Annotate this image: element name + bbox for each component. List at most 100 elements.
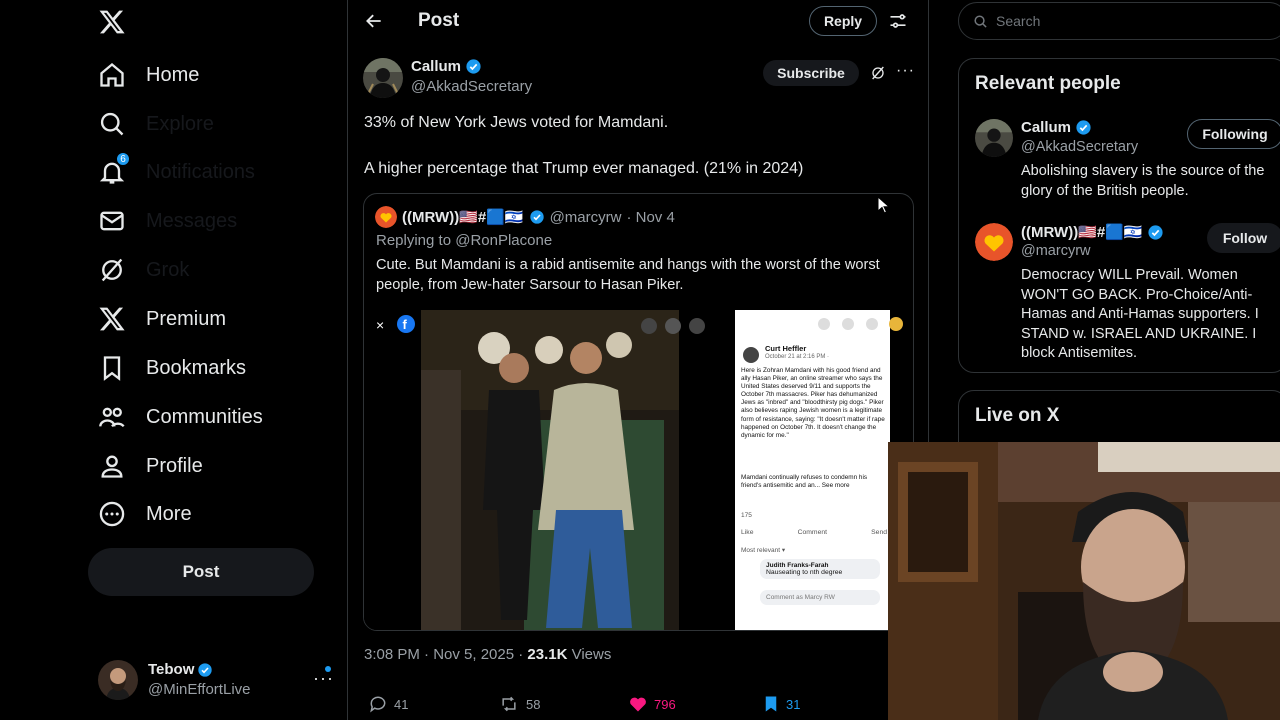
verified-badge-icon <box>529 210 544 224</box>
notification-badge: 6 <box>116 152 130 166</box>
person-card[interactable]: ((MRW))🇺🇸#🟦🇮🇱 @marcyrw Follow Democracy … <box>975 223 1280 363</box>
repost-icon <box>502 696 516 712</box>
nav-item-grok[interactable]: Grok <box>98 250 189 290</box>
nav-label-bookmarks: Bookmarks <box>146 356 247 379</box>
person-icon <box>98 452 126 480</box>
nav-item-explore[interactable]: Explore <box>98 104 214 144</box>
author-name[interactable]: Callum <box>411 58 461 75</box>
quoted-post[interactable]: ((MRW))🇺🇸#🟦🇮🇱 @marcyrw · Nov 4 Replying … <box>363 193 914 631</box>
repost-action[interactable]: 58 <box>498 694 540 714</box>
person-card[interactable]: Callum @AkkadSecretary Following Abolish… <box>975 119 1280 209</box>
bookmark-count: 31 <box>786 696 801 712</box>
fb-send-button: Send <box>871 529 887 536</box>
account-switcher[interactable]: Tebow @MinEffortLive ··· <box>98 656 334 704</box>
views-label: Views <box>567 646 612 663</box>
search-box[interactable] <box>958 2 1280 40</box>
grok-icon[interactable] <box>870 65 886 81</box>
nav-label-explore: Explore <box>146 112 214 135</box>
quote-text: Cute. But Mamdani is a rabid antisemite … <box>376 257 880 293</box>
unread-dot <box>325 666 331 672</box>
grok-icon <box>98 256 126 284</box>
post-meta: 3:08 PM · Nov 5, 2025 · 23.1K Views <box>364 646 611 663</box>
nav-label-grok: Grok <box>146 258 190 281</box>
quote-author-name: ((MRW))🇺🇸#🟦🇮🇱 <box>402 209 524 226</box>
reply-action[interactable]: 41 <box>368 694 408 714</box>
mouse-cursor-icon <box>877 196 889 214</box>
nav-item-communities[interactable]: Communities <box>98 397 263 437</box>
nav-item-more[interactable]: More <box>98 494 192 534</box>
relevant-people-panel: Relevant people Callum @AkkadSecretary F… <box>958 58 1280 373</box>
nav-item-notifications[interactable]: 6 Notifications <box>98 152 255 192</box>
person-avatar <box>975 119 1013 157</box>
envelope-icon <box>98 207 126 235</box>
fb-text: Here is Zohran Mamdani with his good fri… <box>741 367 885 439</box>
bookmark-icon <box>98 354 126 382</box>
fb-comment-button: Comment <box>797 529 828 536</box>
person-bio: Abolishing slavery is the source of the … <box>1021 163 1265 199</box>
views-count: 23.1K <box>527 646 568 663</box>
subscribe-button[interactable]: Subscribe <box>763 60 859 86</box>
nav-item-profile[interactable]: Profile <box>98 446 203 486</box>
quote-avatar <box>375 206 397 228</box>
person-bio: Democracy WILL Prevail. Women WON'T GO B… <box>1021 267 1259 361</box>
x-logo-icon <box>98 305 126 333</box>
reply-count: 41 <box>394 696 409 712</box>
search-icon <box>974 14 987 28</box>
fb-text-2: Mamdani continually refuses to condemn h… <box>741 474 868 490</box>
fb-commenter: Judith Franks-Farah <box>766 562 829 569</box>
more-dots-icon[interactable]: ··· <box>896 62 915 80</box>
search-icon <box>98 110 126 138</box>
verified-badge-icon <box>1147 224 1163 240</box>
page-title: Post <box>418 10 460 31</box>
back-arrow-icon[interactable] <box>364 11 384 31</box>
fb-sort: Most relevant ▾ <box>741 547 786 554</box>
nav-label-messages: Messages <box>146 209 238 232</box>
quote-author-handle: @marcyrw <box>549 208 622 226</box>
embedded-screenshot[interactable]: × f Curt Heffler October 21 at 2:16 PM ·… <box>364 310 913 630</box>
action-bar: 41 58 796 31 <box>364 694 904 718</box>
fb-reactions: 175 <box>741 512 752 519</box>
more-dots-icon[interactable]: ··· <box>313 668 334 689</box>
left-sidebar: Home Explore 6 Notifications Messages Gr… <box>0 0 347 720</box>
svg-text:f: f <box>403 317 408 332</box>
close-icon: × <box>376 317 384 333</box>
following-button[interactable]: Following <box>1187 119 1280 149</box>
nav-item-messages[interactable]: Messages <box>98 201 237 241</box>
nav-label-communities: Communities <box>146 405 263 428</box>
fb-author: Curt Heffler <box>765 344 807 353</box>
avatar <box>98 660 138 700</box>
webcam-overlay <box>888 442 1280 720</box>
author-handle[interactable]: @AkkadSecretary <box>411 78 532 95</box>
nav-item-premium[interactable]: Premium <box>98 299 226 339</box>
verified-badge-icon <box>198 663 213 677</box>
fb-like-button: Like <box>741 529 754 536</box>
people-icon <box>98 403 126 431</box>
account-name: Tebow <box>148 661 195 678</box>
verified-badge-icon <box>466 59 481 74</box>
bell-icon: 6 <box>98 152 130 186</box>
nav-item-home[interactable]: Home <box>98 55 199 95</box>
x-logo-icon[interactable] <box>98 8 126 36</box>
person-handle: @AkkadSecretary <box>1021 139 1139 155</box>
like-action[interactable]: 796 <box>628 694 676 714</box>
nav-label-premium: Premium <box>146 307 227 330</box>
bookmark-action[interactable]: 31 <box>762 694 800 714</box>
post-author: Callum @AkkadSecretary Subscribe ··· <box>363 56 918 100</box>
relevant-people-title: Relevant people <box>975 73 1121 94</box>
post-header: Post Reply <box>348 0 928 42</box>
reply-button[interactable]: Reply <box>809 6 877 36</box>
person-avatar <box>975 223 1013 261</box>
sliders-icon[interactable] <box>888 11 908 31</box>
live-title: Live on X <box>975 405 1060 426</box>
person-handle: @marcyrw <box>1021 243 1091 259</box>
main-column: Post Reply Callum @AkkadSecretary Subscr… <box>347 0 929 720</box>
author-avatar[interactable] <box>363 58 403 98</box>
nav-item-bookmarks[interactable]: Bookmarks <box>98 348 246 388</box>
follow-button[interactable]: Follow <box>1207 223 1280 253</box>
post-button[interactable]: Post <box>88 548 314 596</box>
search-input[interactable] <box>996 13 1246 29</box>
more-circle-icon <box>98 500 126 528</box>
comment-icon <box>370 696 386 713</box>
person-name: Callum <box>1021 119 1072 136</box>
like-count: 796 <box>654 696 676 712</box>
